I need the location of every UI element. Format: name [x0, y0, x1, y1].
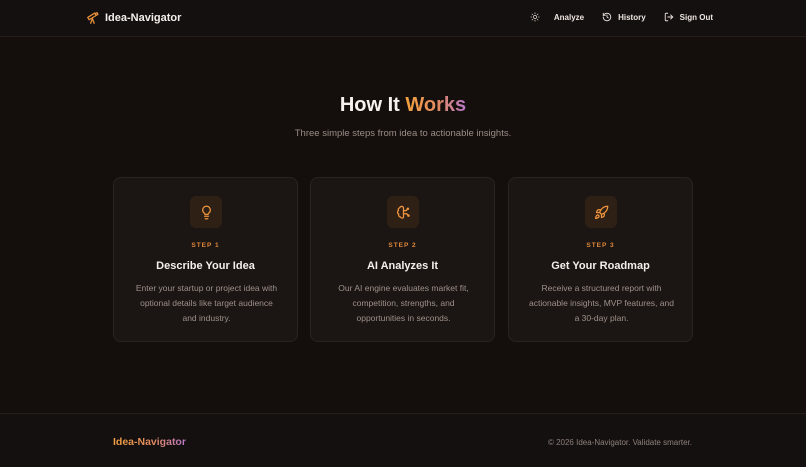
rocket-icon — [594, 205, 608, 219]
top-navbar: Idea-Navigator Analyze History Sign Out — [0, 0, 806, 37]
nav-history-label: History — [618, 12, 646, 22]
step-card-describe: STEP 1 Describe Your Idea Enter your sta… — [113, 177, 298, 342]
nav-analyze-label: Analyze — [553, 12, 585, 22]
brand-link[interactable]: Idea-Navigator — [86, 11, 181, 25]
footer-brand[interactable]: Idea-Navigator — [113, 436, 186, 448]
nav-sign-out[interactable]: Sign Out — [664, 12, 713, 22]
step-description: Receive a structured report with actiona… — [529, 283, 674, 323]
step-title: AI Analyzes It — [366, 260, 439, 272]
step-card-analyze: STEP 2 AI Analyzes It Our AI engine eval… — [310, 177, 495, 342]
page-title: How It Works — [0, 94, 806, 117]
step-number: STEP 1 — [191, 242, 220, 249]
step-description: Our AI engine evaluates market fit, comp… — [338, 283, 469, 323]
steps-grid: STEP 1 Describe Your Idea Enter your sta… — [113, 177, 693, 342]
step-number: STEP 3 — [586, 242, 615, 249]
step-card-roadmap: STEP 3 Get Your Roadmap Receive a struct… — [508, 177, 693, 342]
history-icon — [602, 12, 612, 22]
step-icon-box — [585, 196, 617, 228]
step-title: Get Your Roadmap — [551, 260, 650, 272]
lightbulb-icon — [201, 205, 211, 219]
step-icon-box — [387, 196, 419, 228]
footer-copyright: © 2026 Idea-Navigator. Validate smarter. — [547, 438, 692, 447]
sun-icon[interactable] — [530, 12, 540, 22]
step-number: STEP 2 — [388, 242, 417, 249]
brain-icon — [396, 205, 410, 219]
nav-analyze[interactable]: Analyze — [554, 13, 584, 22]
telescope-icon — [87, 11, 99, 24]
sign-out-icon — [664, 12, 673, 22]
nav-history[interactable]: History — [602, 12, 646, 22]
footer: Idea-Navigator © 2026 Idea-Navigator. Va… — [0, 413, 806, 467]
page-title-accent: Works — [405, 94, 467, 116]
step-description: Enter your startup or project idea with … — [135, 283, 278, 323]
brand-name: Idea-Navigator — [105, 12, 182, 24]
step-title: Describe Your Idea — [156, 260, 255, 272]
step-icon-box — [190, 196, 222, 228]
page-subtitle: Three simple steps from idea to actionab… — [294, 128, 512, 139]
page-title-main: How It — [339, 94, 406, 116]
nav-sign-out-label: Sign Out — [679, 12, 713, 22]
nav-menu: Analyze History Sign Out — [530, 12, 713, 22]
